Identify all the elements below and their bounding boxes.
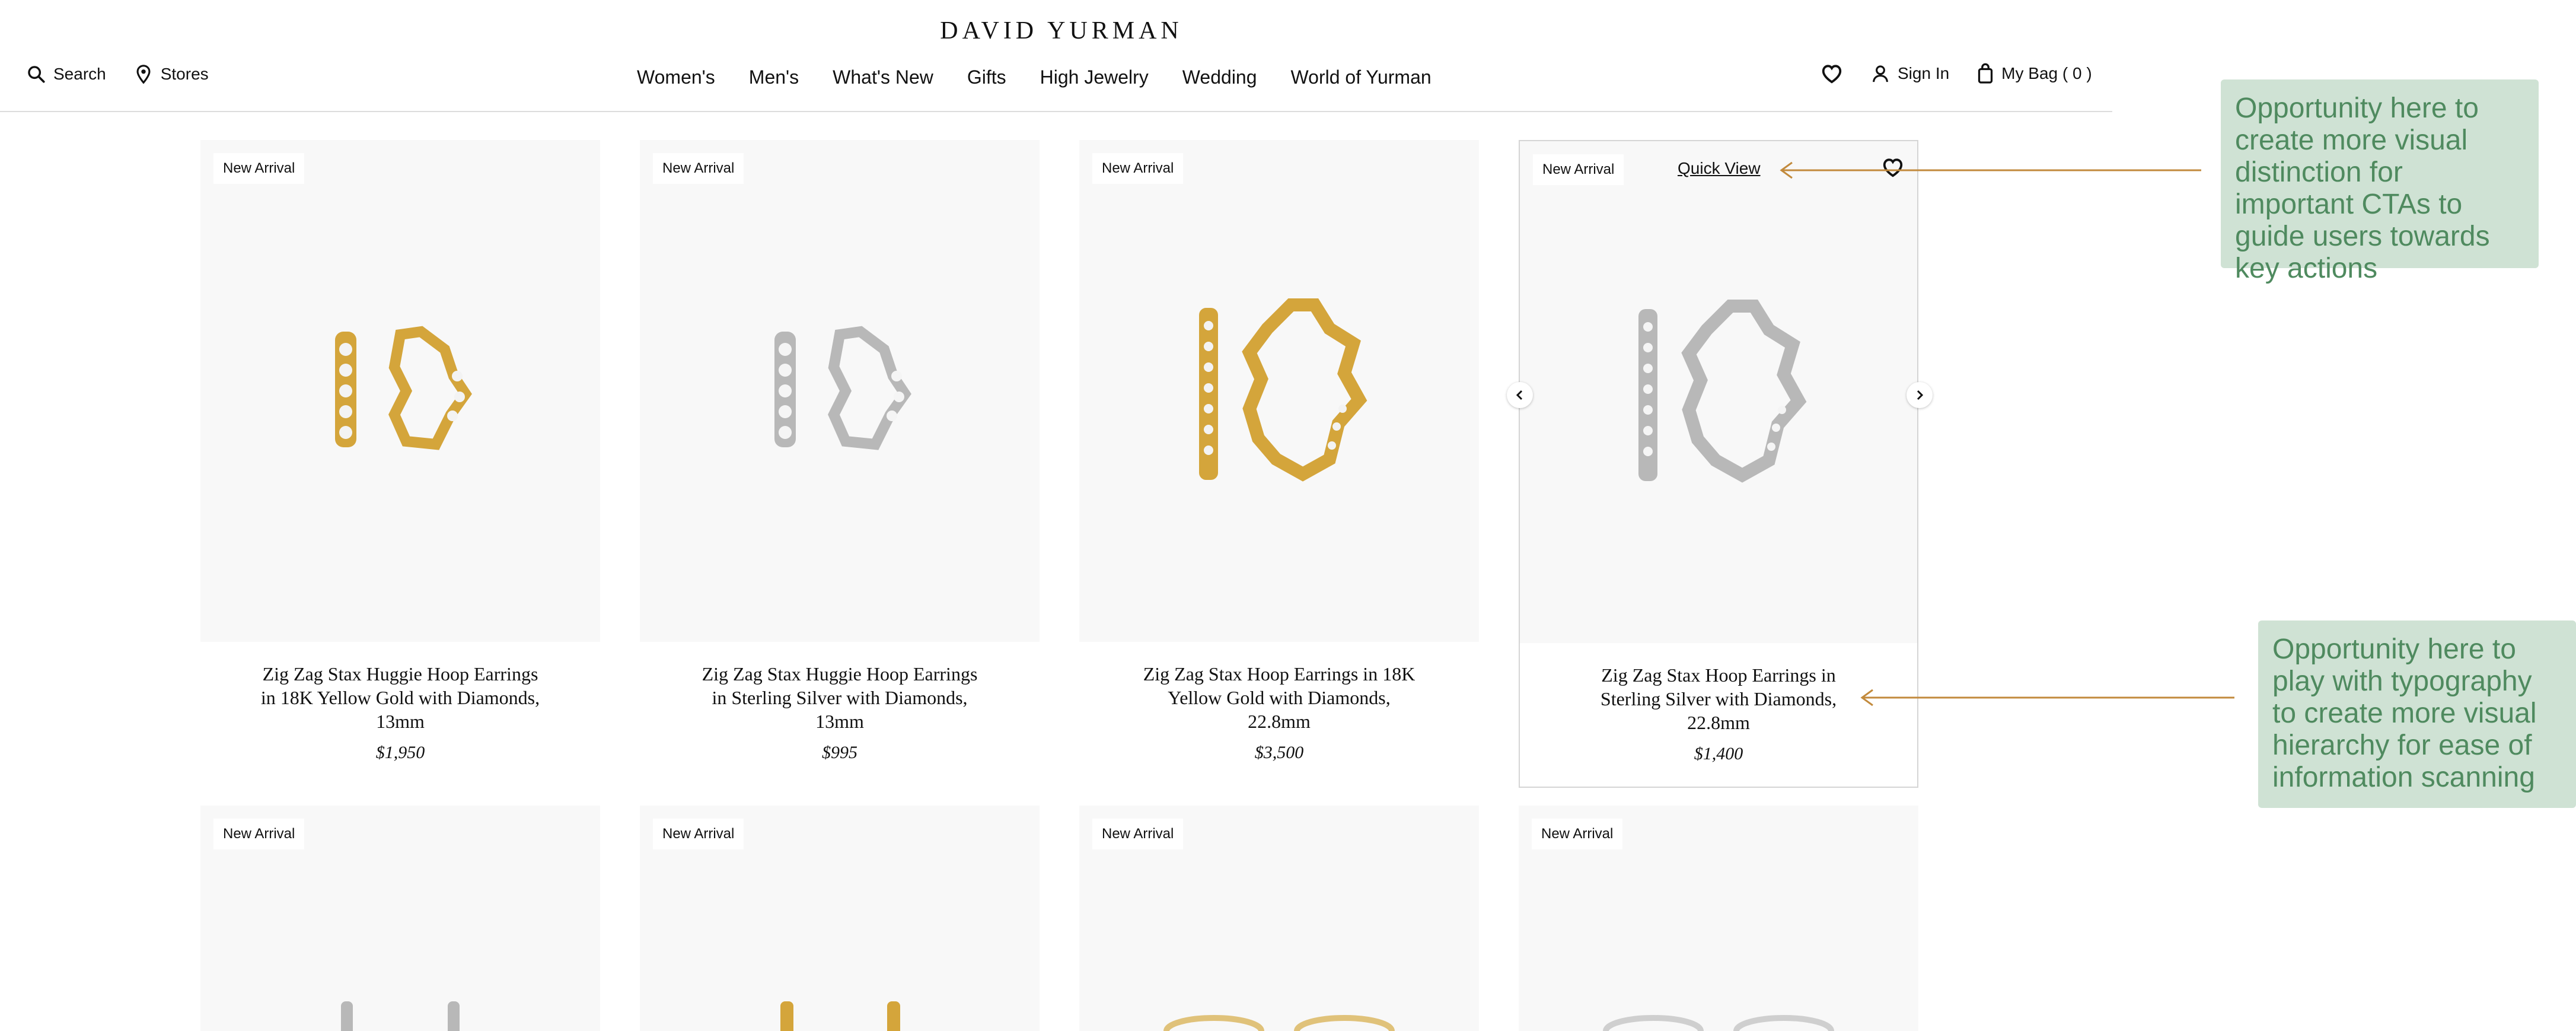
annotation-arrows xyxy=(1780,161,2234,707)
typography-callout-arrow xyxy=(1860,689,2234,707)
cta-callout-arrow xyxy=(1780,161,2201,179)
annotation-cta-note: Opportunity here to create more visual d… xyxy=(2221,79,2539,284)
annotation-typography-note: Opportunity here to play with typography… xyxy=(2258,620,2576,808)
